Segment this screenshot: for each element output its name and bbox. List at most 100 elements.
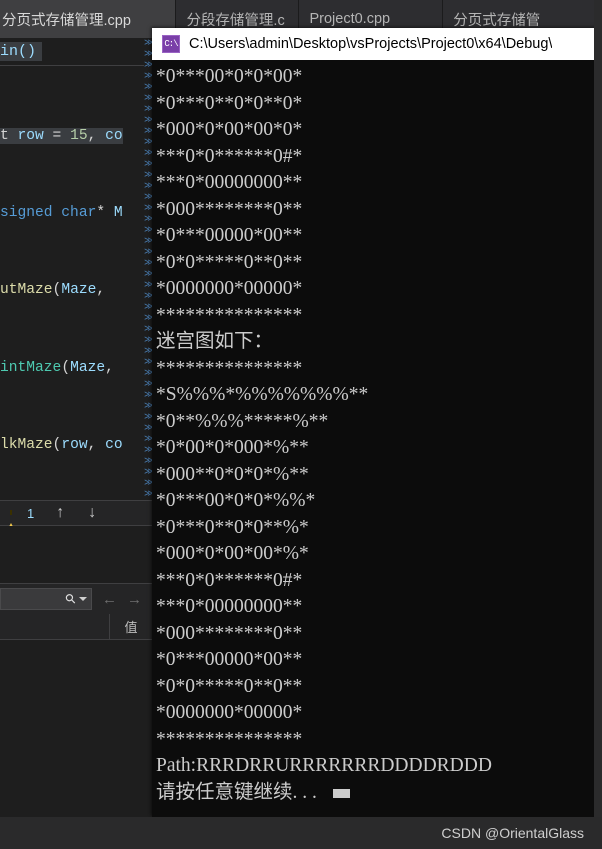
minimap-row: ≫ bbox=[144, 159, 152, 169]
minimap-row: ≫ bbox=[144, 291, 152, 301]
console-output[interactable]: *0***00*0*0*00* *0***0**0*0**0* *000*0*0… bbox=[152, 60, 602, 817]
minimap-row: ≫ bbox=[144, 313, 152, 323]
minimap-row: ≫ bbox=[144, 170, 152, 180]
console-line: *0***00*0*0*00* bbox=[156, 66, 303, 87]
minimap-row: ≫ bbox=[144, 346, 152, 356]
minimap-row: ≫ bbox=[144, 258, 152, 268]
console-window[interactable]: C:\ C:\Users\admin\Desktop\vsProjects\Pr… bbox=[152, 28, 602, 817]
console-line: *000*0*00*00*0* bbox=[156, 119, 303, 140]
minimap-row: ≫ bbox=[144, 412, 152, 422]
console-line: *0***00000*00** bbox=[156, 649, 303, 670]
console-line: *000**0*0*0*%** bbox=[156, 463, 309, 485]
watch-panel-toolbar: ⚲ ← → bbox=[0, 584, 152, 614]
console-line: *0*00*0*000*%** bbox=[156, 437, 309, 458]
minimap-row: ≫ bbox=[144, 357, 152, 367]
code-line: intMaze(Maze, bbox=[0, 359, 123, 376]
minimap-row: ≫ bbox=[144, 148, 152, 158]
editor-minimap[interactable]: ≫ ≫ ≫ ≫ ≫ ≫ ≫ ≫ ≫ ≫ ≫ ≫ ≫ ≫ ≫ ≫ ≫ ≫ ≫ ≫ … bbox=[144, 38, 152, 500]
console-line-prompt: 请按任意键继续. . . bbox=[156, 780, 602, 807]
minimap-row: ≫ bbox=[144, 104, 152, 114]
warning-icon bbox=[4, 506, 19, 536]
console-line: ***0*0******0#* bbox=[156, 145, 303, 167]
editor-navigation-bar[interactable]: in() bbox=[0, 38, 152, 66]
right-gutter bbox=[594, 0, 602, 849]
error-list-body bbox=[0, 526, 152, 584]
code-line: lkMaze(row, co bbox=[0, 437, 123, 454]
console-line: *S%%%*%%%%%%%** bbox=[156, 384, 369, 405]
console-cursor bbox=[332, 788, 350, 798]
minimap-row: ≫ bbox=[144, 280, 152, 290]
console-line: ***0*0******0#* bbox=[156, 569, 303, 591]
search-input[interactable]: ⚲ bbox=[0, 588, 92, 610]
minimap-row: ≫ bbox=[144, 181, 152, 191]
app-root: 分页式存储管理.cpp 分段存储管理.c Project0.cpp 分页式存储管… bbox=[0, 0, 602, 849]
cmd-icon: C:\ bbox=[162, 35, 180, 53]
console-line: *0***0**0*0**0* bbox=[156, 92, 303, 114]
minimap-row: ≫ bbox=[144, 335, 152, 345]
minimap-row: ≫ bbox=[144, 115, 152, 125]
minimap-row: ≫ bbox=[144, 214, 152, 224]
press-any-key-text: 请按任意键继续. . . bbox=[156, 781, 317, 803]
console-line: *000*0*00*00*%* bbox=[156, 543, 309, 564]
code-text-area[interactable]: t row = 15, co signed char* M utMaze(Maz… bbox=[0, 66, 152, 500]
console-line: *************** bbox=[156, 304, 303, 326]
watch-column-value[interactable]: 值 bbox=[110, 614, 152, 639]
minimap-row: ≫ bbox=[144, 49, 152, 59]
tab-label: 分页式存储管理.cpp bbox=[2, 12, 131, 29]
magnifier-icon: ⚲ bbox=[62, 589, 80, 608]
error-list-status-strip: 1 ↑ ↓ bbox=[0, 500, 152, 536]
console-title-text: C:\Users\admin\Desktop\vsProjects\Projec… bbox=[189, 36, 553, 52]
minimap-row: ≫ bbox=[144, 38, 152, 48]
tab-label: 分段存储管理.c bbox=[186, 12, 285, 29]
tab-label: Project0.cpp bbox=[309, 11, 391, 27]
console-line: *0000000*00000* bbox=[156, 702, 303, 723]
console-line: *************** bbox=[156, 357, 303, 379]
console-line: *0***00000*00** bbox=[156, 225, 303, 246]
console-line: *0***0**0*0**%* bbox=[156, 516, 309, 538]
minimap-row: ≫ bbox=[144, 137, 152, 147]
console-title-bar[interactable]: C:\ C:\Users\admin\Desktop\vsProjects\Pr… bbox=[152, 28, 602, 60]
console-line: *0*0*****0**0** bbox=[156, 675, 303, 697]
navbar-scope-chip[interactable]: in() bbox=[0, 42, 43, 61]
console-line: *000********0** bbox=[156, 198, 303, 220]
code-line: utMaze(Maze, bbox=[0, 282, 114, 299]
minimap-row: ≫ bbox=[144, 434, 152, 444]
console-line: *000********0** bbox=[156, 622, 303, 644]
code-line: signed char* M bbox=[0, 204, 123, 221]
tab-label: 分页式存储管 bbox=[453, 12, 541, 29]
minimap-row: ≫ bbox=[144, 225, 152, 235]
minimap-row: ≫ bbox=[144, 467, 152, 477]
watch-column-name[interactable] bbox=[0, 614, 110, 639]
console-line: ***0*00000000** bbox=[156, 596, 303, 617]
console-line-path: Path:RRRDRRURRRRRRRDDDDRDDD bbox=[156, 755, 492, 776]
code-line: t row = 15, co bbox=[0, 127, 123, 144]
tab-fenye-cunchu-guanli-cpp[interactable]: 分页式存储管理.cpp bbox=[0, 0, 177, 38]
minimap-row: ≫ bbox=[144, 126, 152, 136]
minimap-row: ≫ bbox=[144, 489, 152, 499]
minimap-row: ≫ bbox=[144, 456, 152, 466]
console-line: *************** bbox=[156, 728, 303, 750]
minimap-row: ≫ bbox=[144, 423, 152, 433]
code-editor[interactable]: in() t row = 15, co signed char* M utMaz… bbox=[0, 38, 152, 500]
minimap-row: ≫ bbox=[144, 93, 152, 103]
minimap-row: ≫ bbox=[144, 478, 152, 488]
back-arrow-left-icon[interactable]: ← bbox=[102, 591, 117, 608]
previous-issue-arrow-up-icon[interactable]: ↑ bbox=[56, 505, 64, 521]
minimap-row: ≫ bbox=[144, 302, 152, 312]
warning-count: 1 bbox=[27, 505, 35, 521]
watermark: CSDN @OrientalGlass bbox=[0, 817, 602, 849]
console-line: *0*0*****0**0** bbox=[156, 251, 303, 273]
minimap-row: ≫ bbox=[144, 247, 152, 257]
minimap-row: ≫ bbox=[144, 269, 152, 279]
chevron-down-icon[interactable] bbox=[79, 597, 87, 601]
forward-arrow-right-icon[interactable]: → bbox=[127, 591, 142, 608]
console-line: *0000000*00000* bbox=[156, 278, 303, 299]
console-line: *0***00*0*0*%%* bbox=[156, 490, 316, 511]
minimap-row: ≫ bbox=[144, 60, 152, 70]
console-line: *0**%%%*****%** bbox=[156, 410, 329, 432]
watch-column-headers: 值 bbox=[0, 614, 152, 640]
minimap-row: ≫ bbox=[144, 379, 152, 389]
minimap-row: ≫ bbox=[144, 203, 152, 213]
minimap-row: ≫ bbox=[144, 401, 152, 411]
next-issue-arrow-down-icon[interactable]: ↓ bbox=[88, 505, 96, 521]
